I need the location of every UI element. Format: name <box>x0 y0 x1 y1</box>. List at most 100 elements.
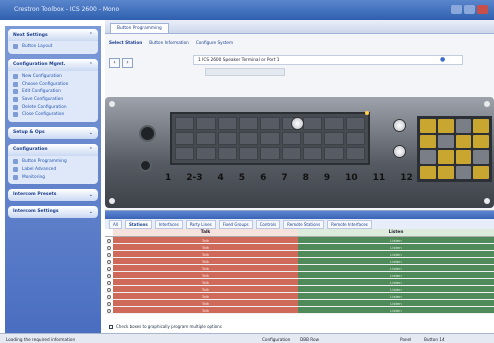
chevron-down-icon[interactable]: ⌄ <box>89 130 93 136</box>
grid-tab-party-lines[interactable]: Party Lines <box>185 219 216 229</box>
sidebar-item-edit-configuration[interactable]: Edit Configuration <box>13 88 93 96</box>
key-label[interactable]: 12 <box>400 173 413 183</box>
table-row[interactable]: Talk Listen <box>105 244 494 251</box>
listen-cell[interactable]: Listen <box>298 293 494 299</box>
subtab-select-station[interactable]: Select Station <box>109 40 142 45</box>
talk-cell[interactable]: Talk <box>113 272 298 278</box>
talk-cell[interactable]: Talk <box>113 307 298 313</box>
keypad-key[interactable] <box>473 165 489 179</box>
key-label[interactable]: 1 <box>165 173 171 183</box>
keypad-key[interactable] <box>455 150 472 164</box>
jack-button[interactable] <box>139 159 152 172</box>
sidebar-item-new-configuration[interactable]: New Configuration <box>13 73 93 81</box>
close-button[interactable] <box>477 5 488 14</box>
radio-icon[interactable] <box>107 273 111 278</box>
grid-tab-controls[interactable]: Controls <box>255 219 281 229</box>
radio-icon[interactable] <box>107 259 111 264</box>
talk-cell[interactable]: Talk <box>113 258 298 264</box>
listen-cell[interactable]: Listen <box>298 286 494 292</box>
subtab-button-information[interactable]: Button Information <box>149 40 189 45</box>
keypad-key[interactable] <box>473 119 489 133</box>
keypad-key[interactable] <box>437 119 454 133</box>
listen-cell[interactable]: Listen <box>298 307 494 313</box>
multi-select-note[interactable]: Check boxes to graphically program multi… <box>109 324 222 329</box>
panel-header[interactable]: Next Settings ⌃ <box>8 29 98 41</box>
checkbox-icon[interactable] <box>109 324 113 329</box>
talk-cell[interactable]: Talk <box>113 279 298 285</box>
keypad-key[interactable] <box>420 165 436 179</box>
table-row[interactable]: Talk Listen <box>105 258 494 265</box>
key-label[interactable]: 4 <box>218 173 224 183</box>
power-button[interactable] <box>139 125 156 142</box>
table-row[interactable]: Talk Listen <box>105 272 494 279</box>
listen-cell[interactable]: Listen <box>298 258 494 264</box>
panel-header[interactable]: Setup & Ops ⌄ <box>8 126 98 139</box>
chevron-up-icon[interactable]: ⌃ <box>89 32 93 38</box>
radio-icon[interactable] <box>107 245 111 250</box>
grid-tab-fixed-groups[interactable]: Fixed Groups <box>218 219 253 229</box>
listen-cell[interactable]: Listen <box>298 272 494 278</box>
volume-knob[interactable] <box>393 119 406 132</box>
sidebar-item-label-advanced[interactable]: Label Advanced <box>13 166 93 174</box>
keypad-key[interactable] <box>437 134 454 148</box>
panel-header[interactable]: Configuration ⌃ <box>8 143 98 156</box>
keypad-key[interactable] <box>437 150 454 164</box>
maximize-button[interactable] <box>464 5 475 14</box>
table-row[interactable]: Talk Listen <box>105 251 494 258</box>
talk-cell[interactable]: Talk <box>113 293 298 299</box>
key-label[interactable]: 8 <box>303 173 309 183</box>
table-row[interactable]: Talk Listen <box>105 279 494 286</box>
radio-icon[interactable] <box>107 287 111 292</box>
table-row[interactable]: Talk Listen <box>105 300 494 307</box>
sidebar-item-button-layout[interactable]: Button Layout <box>13 43 93 51</box>
talk-cell[interactable]: Talk <box>113 265 298 271</box>
panel-header[interactable]: Intercom Settings ⌄ <box>8 205 98 218</box>
sidebar-item-choose-configuration[interactable]: Choose Configuration <box>13 80 93 88</box>
listen-cell[interactable]: Listen <box>298 300 494 306</box>
key-label[interactable]: 6 <box>260 173 266 183</box>
keypad-key[interactable] <box>437 165 454 179</box>
table-row[interactable]: Talk Listen <box>105 265 494 272</box>
device-select[interactable]: 1 ICS 2600 Speaker Terminal or Port 1 <box>193 55 463 65</box>
help-icon[interactable]: ● <box>440 56 445 63</box>
radio-icon[interactable] <box>107 294 111 299</box>
keypad-key[interactable] <box>455 165 472 179</box>
keypad-key[interactable] <box>455 119 472 133</box>
radio-icon[interactable] <box>107 308 111 313</box>
panel-header[interactable]: Intercom Presets ⌄ <box>8 188 98 201</box>
grid-tab-remote-interfaces[interactable]: Remote Interfaces <box>327 219 372 229</box>
listen-cell[interactable]: Listen <box>298 237 494 243</box>
listen-cell[interactable]: Listen <box>298 279 494 285</box>
radio-icon[interactable] <box>107 252 111 257</box>
key-label[interactable]: 11 <box>373 173 386 183</box>
keypad-key[interactable] <box>420 134 436 148</box>
subtab-configure-system[interactable]: Configure System <box>196 40 233 45</box>
forward-arrow-icon[interactable]: › <box>122 58 133 68</box>
key-label[interactable]: 7 <box>281 173 287 183</box>
radio-icon[interactable] <box>107 301 111 306</box>
device-subselect[interactable] <box>205 68 285 76</box>
keypad-key[interactable] <box>473 134 489 148</box>
chevron-down-icon[interactable]: ⌄ <box>89 192 93 198</box>
chevron-down-icon[interactable]: ⌄ <box>89 209 93 215</box>
listen-cell[interactable]: Listen <box>298 265 494 271</box>
keypad-key[interactable] <box>420 150 436 164</box>
listen-cell[interactable]: Listen <box>298 251 494 257</box>
sidebar-item-button-programming[interactable]: Button Programming <box>13 158 93 166</box>
minimize-button[interactable] <box>451 5 462 14</box>
selector-knob[interactable] <box>393 145 406 158</box>
chevron-up-icon[interactable]: ⌃ <box>89 62 93 68</box>
sidebar-item-delete-configuration[interactable]: Delete Configuration <box>13 103 93 111</box>
key-label[interactable]: 10 <box>345 173 358 183</box>
chevron-up-icon[interactable]: ⌃ <box>89 147 93 153</box>
keypad-key[interactable] <box>455 134 472 148</box>
table-row[interactable]: Talk Listen <box>105 237 494 244</box>
talk-cell[interactable]: Talk <box>113 237 298 243</box>
tab-button-programming[interactable]: Button Programming <box>110 23 169 33</box>
panel-header[interactable]: Configuration Mgmt. ⌃ <box>8 58 98 71</box>
table-row[interactable]: Talk Listen <box>105 286 494 293</box>
key-label[interactable]: 2-3 <box>186 173 202 183</box>
table-row[interactable]: Talk Listen <box>105 293 494 300</box>
key-label[interactable]: 5 <box>239 173 245 183</box>
column-header-listen[interactable]: Listen <box>298 229 494 236</box>
